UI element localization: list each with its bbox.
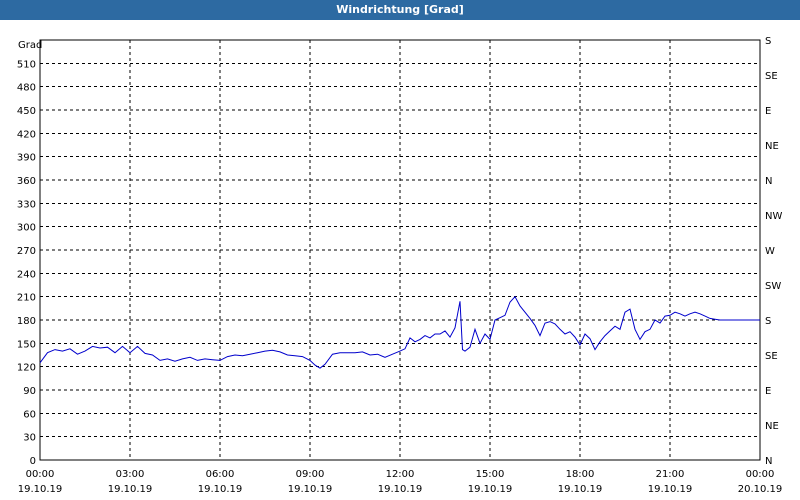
compass-label: W: [765, 246, 775, 257]
x-tick-date: 19.10.19: [198, 484, 243, 495]
y-tick-label: 510: [17, 59, 36, 70]
x-tick-time: 06:00: [206, 469, 235, 480]
chart-title: Windrichtung [Grad]: [0, 0, 800, 20]
compass-label: E: [765, 386, 771, 397]
y-axis-label: Grad: [18, 40, 42, 51]
y-tick-label: 360: [17, 176, 36, 187]
y-tick-label: 60: [23, 409, 36, 420]
y-tick-label: 0: [30, 456, 36, 467]
x-tick-time: 18:00: [566, 469, 595, 480]
compass-label: S: [765, 316, 771, 327]
series-line: [39, 295, 760, 369]
compass-label: SE: [765, 351, 778, 362]
x-tick-time: 21:00: [656, 469, 685, 480]
x-tick-time: 00:00: [746, 469, 775, 480]
x-tick-time: 15:00: [476, 469, 505, 480]
y-tick-label: 300: [17, 223, 36, 234]
x-tick-time: 00:00: [26, 469, 55, 480]
x-tick-date: 19.10.19: [648, 484, 693, 495]
x-tick-date: 19.10.19: [558, 484, 603, 495]
y-tick-label: 270: [17, 246, 36, 257]
compass-label: NE: [765, 421, 779, 432]
y-tick-label: 90: [23, 386, 36, 397]
y-tick-label: 120: [17, 363, 36, 374]
x-tick-date: 20.10.19: [738, 484, 783, 495]
compass-label: NE: [765, 141, 779, 152]
y-tick-label: 180: [17, 316, 36, 327]
y-tick-label: 420: [17, 129, 36, 140]
x-tick-date: 19.10.19: [468, 484, 513, 495]
x-tick-date: 19.10.19: [378, 484, 423, 495]
y-tick-label: 390: [17, 153, 36, 164]
y-tick-label: 210: [17, 293, 36, 304]
y-tick-label: 330: [17, 199, 36, 210]
x-tick-time: 03:00: [116, 469, 145, 480]
x-tick-date: 19.10.19: [288, 484, 333, 495]
compass-label: N: [765, 176, 772, 187]
y-tick-label: 150: [17, 339, 36, 350]
x-tick-date: 19.10.19: [18, 484, 63, 495]
wind-direction-chart: 0 30 60 90 120 150 180 210 240 270 300 330 360 390 420…: [17, 36, 783, 495]
y-tick-label: 30: [23, 433, 36, 444]
compass-label: SE: [765, 71, 778, 82]
x-tick-time: 12:00: [386, 469, 415, 480]
compass-label: N: [765, 456, 772, 467]
y-tick-label: 240: [17, 269, 36, 280]
y-tick-label: 480: [17, 83, 36, 94]
compass-label: SW: [765, 281, 781, 292]
compass-label: S: [765, 36, 771, 47]
x-tick-date: 19.10.19: [108, 484, 153, 495]
y-tick-label: 450: [17, 106, 36, 117]
compass-label: NW: [765, 211, 782, 222]
x-tick-time: 09:00: [296, 469, 325, 480]
compass-label: E: [765, 106, 771, 117]
